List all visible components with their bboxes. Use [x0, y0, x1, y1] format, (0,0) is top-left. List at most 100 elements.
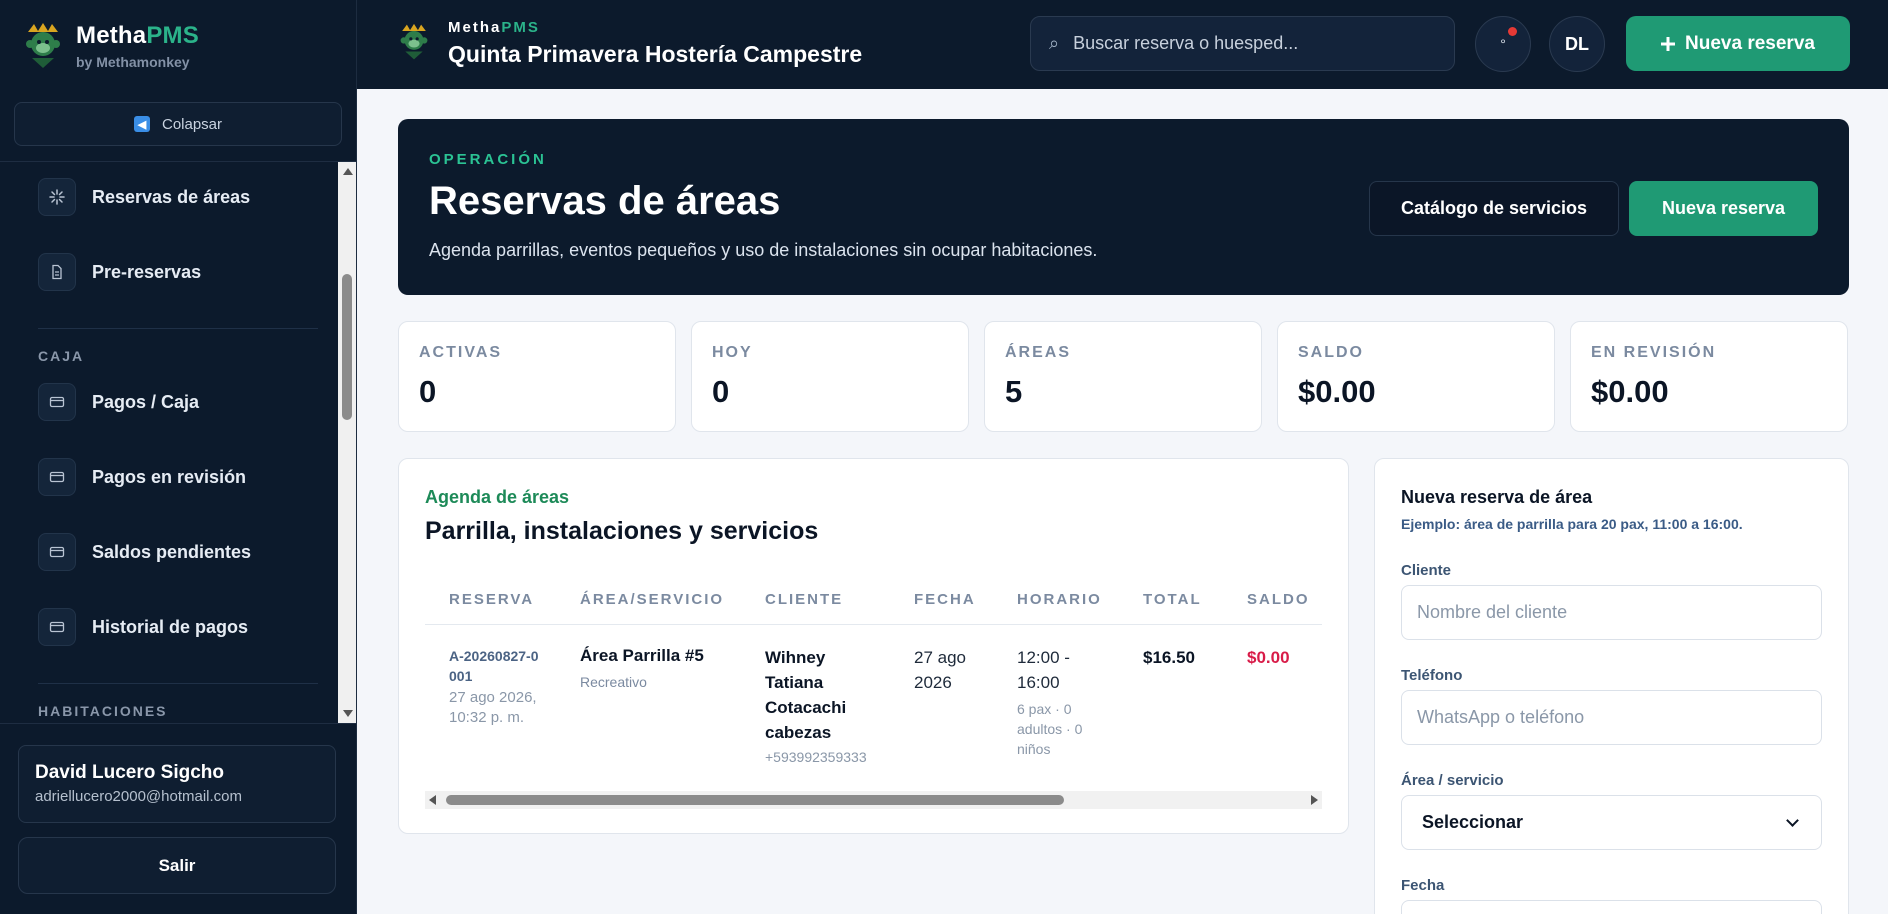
booking-balance: $0.00	[1247, 648, 1290, 667]
stat-label: ACTIVAS	[419, 344, 503, 361]
monkey-logo-icon	[400, 23, 428, 60]
stat-label: HOY	[712, 344, 753, 361]
card-icon	[38, 533, 76, 571]
page-title: Reservas de áreas	[429, 179, 781, 223]
sidebar-item-pre-reservas[interactable]: Pre-reservas	[38, 253, 201, 291]
sidebar-item-pagos-revision[interactable]: Pagos en revisión	[38, 458, 246, 496]
sidebar-item-historial-pagos[interactable]: Historial de pagos	[38, 608, 248, 646]
bell-icon: °	[1500, 36, 1506, 52]
phone-label: Teléfono	[1401, 667, 1463, 684]
scroll-thumb[interactable]	[342, 274, 352, 420]
stat-value: 0	[419, 374, 437, 409]
column-header: FECHA	[914, 591, 976, 608]
plus-icon	[1661, 36, 1676, 51]
search-box[interactable]: ⌕	[1030, 16, 1455, 71]
stat-label: EN REVISIÓN	[1591, 344, 1717, 361]
divider	[425, 624, 1322, 625]
section-habitaciones: HABITACIONES	[38, 703, 168, 719]
user-card[interactable]: David Lucero Sigcho adriellucero2000@hot…	[18, 745, 336, 823]
sidebar-scrollbar[interactable]	[338, 162, 356, 723]
stat-card-activas: ACTIVAS 0	[398, 321, 676, 432]
logout-button[interactable]: Salir	[18, 837, 336, 894]
divider	[38, 683, 318, 684]
new-area-booking-form: Nueva reserva de área Ejemplo: área de p…	[1374, 458, 1849, 914]
chevron-down-icon	[1786, 813, 1799, 827]
sparkle-icon	[38, 178, 76, 216]
divider	[38, 328, 318, 329]
notifications-button[interactable]: °	[1475, 16, 1531, 72]
client-label: Cliente	[1401, 562, 1452, 579]
sidebar: MethaPMS by Methamonkey ◀ Colapsar Reser…	[0, 0, 357, 914]
table-horizontal-scrollbar[interactable]	[425, 791, 1322, 809]
reservation-created: 27 ago 2026, 10:32 p. m.	[449, 689, 537, 726]
reservation-cell: A-20260827-0001 27 ago 2026, 10:32 p. m.	[449, 646, 549, 728]
form-hint: Ejemplo: área de parrilla para 20 pax, 1…	[1401, 516, 1743, 532]
sidebar-item-label: Pagos / Caja	[92, 391, 200, 412]
sidebar-item-label: Pre-reservas	[92, 261, 202, 282]
time-cell: 12:00 - 16:00 6 pax · 0 adultos · 0 niño…	[1017, 645, 1102, 759]
date-cell: 27 ago 2026	[914, 645, 994, 695]
monkey-logo-icon	[26, 23, 60, 68]
service-catalog-button[interactable]: Catálogo de servicios	[1369, 181, 1619, 236]
hero-kicker: OPERACIÓN	[429, 151, 547, 168]
search-input[interactable]	[1073, 33, 1434, 54]
stat-value: 5	[1005, 374, 1023, 409]
booking-total: $16.50	[1143, 648, 1195, 667]
agenda-card: Agenda de áreas Parrilla, instalaciones …	[398, 458, 1349, 834]
sidebar-item-label: Saldos pendientes	[92, 541, 252, 562]
sidebar-item-saldos-pendientes[interactable]: Saldos pendientes	[38, 533, 251, 571]
reservation-id[interactable]: A-20260827-0001	[449, 646, 539, 686]
client-name-field[interactable]	[1401, 585, 1822, 640]
sidebar-nav: Reservas de áreas Pre-reservas CAJA Pago…	[0, 162, 338, 723]
scroll-left-icon[interactable]	[429, 795, 436, 805]
property-name: Quinta Primavera Hostería Campestre	[448, 41, 863, 67]
column-header: RESERVA	[449, 591, 535, 608]
column-header: TOTAL	[1143, 591, 1202, 608]
stat-card-hoy: HOY 0	[691, 321, 969, 432]
hero-new-booking-button[interactable]: Nueva reserva	[1629, 181, 1818, 236]
card-icon	[38, 608, 76, 646]
page-description: Agenda parrillas, eventos pequeños y uso…	[429, 240, 1098, 260]
client-phone: +593992359333	[765, 749, 867, 765]
collapse-label: Colapsar	[161, 115, 223, 133]
sidebar-item-pagos-caja[interactable]: Pagos / Caja	[38, 383, 199, 421]
arrow-left-icon: ◀	[133, 116, 150, 132]
area-cell: Área Parrilla #5 Recreativo	[580, 646, 704, 690]
search-icon: ⌕	[1049, 33, 1060, 53]
top-brand: MethaPMS	[448, 19, 540, 36]
sidebar-item-label: Historial de pagos	[92, 616, 249, 637]
sidebar-item-reservas-areas[interactable]: Reservas de áreas	[38, 178, 250, 216]
page-hero: OPERACIÓN Reservas de áreas Agenda parri…	[398, 119, 1849, 295]
sidebar-item-label: Pagos en revisión	[92, 466, 247, 487]
brand[interactable]: MethaPMS by Methamonkey	[24, 22, 199, 70]
client-cell: Wihney Tatiana Cotacachi cabezas +593992…	[765, 645, 875, 765]
date-field[interactable]	[1401, 900, 1822, 914]
phone-field[interactable]	[1401, 690, 1822, 745]
agenda-title: Parrilla, instalaciones y servicios	[425, 517, 819, 545]
new-booking-button[interactable]: Nueva reserva	[1626, 16, 1850, 71]
guest-count: 6 pax · 0 adultos · 0 niños	[1017, 701, 1083, 757]
stat-label: ÁREAS	[1005, 344, 1072, 361]
stat-value: $0.00	[1591, 374, 1669, 409]
column-header: SALDO	[1247, 591, 1310, 608]
stat-card-en-revision: EN REVISIÓN $0.00	[1570, 321, 1848, 432]
area-select-value: Seleccionar	[1422, 812, 1524, 832]
area-select[interactable]: Seleccionar	[1401, 795, 1822, 850]
stat-value: 0	[712, 374, 730, 409]
card-icon	[38, 458, 76, 496]
avatar[interactable]: DL	[1549, 16, 1605, 72]
divider	[0, 723, 356, 724]
scroll-right-icon[interactable]	[1311, 795, 1318, 805]
stat-value: $0.00	[1298, 374, 1376, 409]
brand-name: MethaPMS	[76, 22, 199, 49]
collapse-sidebar-button[interactable]: ◀ Colapsar	[14, 102, 342, 146]
notification-dot	[1508, 27, 1517, 36]
stat-card-saldo: SALDO $0.00	[1277, 321, 1555, 432]
area-type: Recreativo	[580, 674, 647, 690]
client-name: Wihney Tatiana Cotacachi cabezas	[765, 648, 847, 742]
booking-time: 12:00 - 16:00	[1017, 648, 1070, 692]
scroll-down-icon[interactable]	[343, 710, 353, 717]
scroll-thumb[interactable]	[446, 795, 1064, 805]
column-header: ÁREA/SERVICIO	[580, 591, 725, 608]
scroll-up-icon[interactable]	[343, 168, 353, 175]
